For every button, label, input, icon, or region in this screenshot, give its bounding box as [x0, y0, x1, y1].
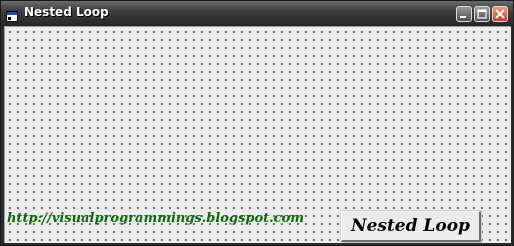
minimize-button[interactable]: [456, 6, 472, 22]
close-button[interactable]: [492, 6, 508, 22]
form-canvas: http://visualprogrammings.blogspot.com N…: [4, 26, 511, 243]
app-window: Nested Loop http://visualprogrammings.bl…: [0, 0, 514, 246]
minimize-icon: [460, 16, 466, 18]
maximize-icon: [477, 9, 487, 19]
title-bar[interactable]: Nested Loop: [1, 1, 513, 26]
close-icon: [495, 9, 505, 19]
url-label: http://visualprogrammings.blogspot.com: [7, 211, 305, 226]
app-icon: [6, 7, 18, 22]
maximize-button[interactable]: [474, 6, 490, 22]
nested-loop-button[interactable]: Nested Loop: [340, 210, 482, 243]
window-title: Nested Loop: [24, 5, 109, 19]
